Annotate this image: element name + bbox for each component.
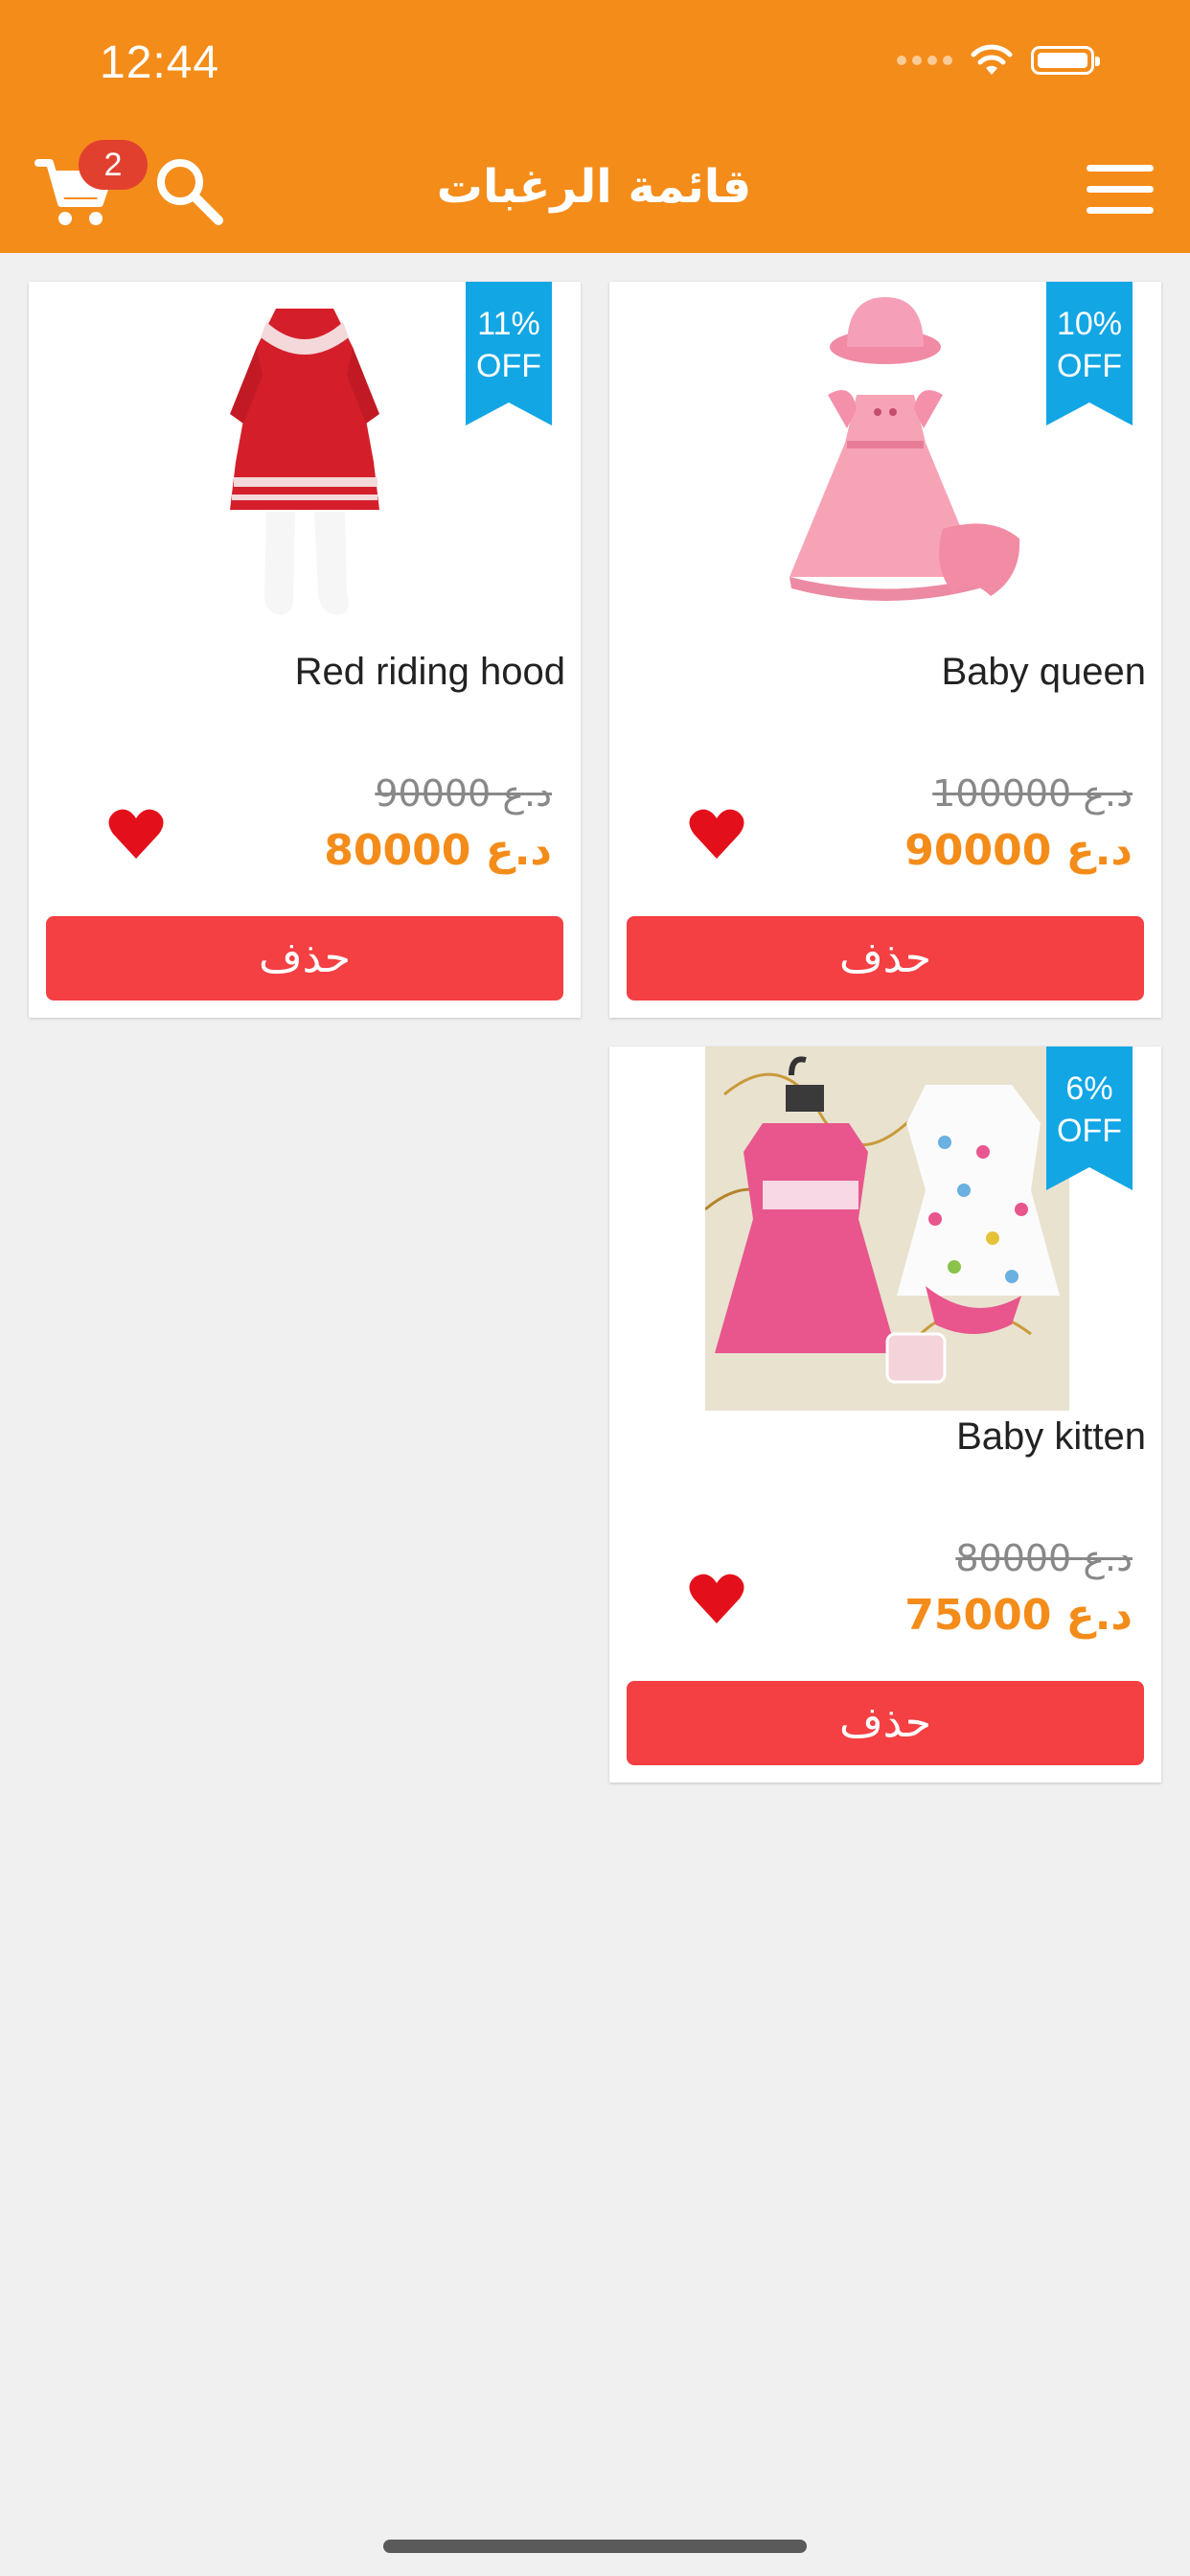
hamburger-menu-icon[interactable]	[1083, 163, 1156, 217]
delete-button[interactable]: حذف	[46, 916, 563, 1000]
heart-icon[interactable]	[688, 1572, 745, 1625]
status-time: 12:44	[100, 37, 220, 88]
product-name: Baby kitten	[956, 1415, 1146, 1458]
product-image[interactable]	[705, 1046, 1069, 1411]
status-icons	[897, 44, 1100, 77]
discount-label: OFF	[1057, 348, 1122, 384]
cart-count-badge: 2	[79, 140, 148, 190]
product-card[interactable]: 6% OFF Baby kitten 80000 د.ع 75000 د.ع ح…	[609, 1046, 1161, 1782]
old-price: 80000 د.ع	[955, 1537, 1133, 1579]
battery-icon	[1031, 46, 1100, 75]
discount-ribbon: 6% OFF	[1046, 1046, 1133, 1190]
wifi-icon	[971, 44, 1013, 75]
product-image[interactable]	[123, 289, 487, 654]
product-card[interactable]: 10% OFF Baby queen 100000 د.ع 90000 د.ع …	[609, 282, 1161, 1018]
discount-label: OFF	[1057, 1113, 1122, 1149]
discount-percent: 11%	[477, 306, 540, 342]
discount-percent: 6%	[1065, 1070, 1113, 1107]
new-price: 75000 د.ع	[904, 1591, 1133, 1640]
new-price: 90000 د.ع	[904, 826, 1133, 875]
old-price: 100000 د.ع	[932, 772, 1133, 815]
product-name: Baby queen	[941, 651, 1146, 693]
delete-button[interactable]: حذف	[627, 916, 1144, 1000]
product-card[interactable]: 11% OFF Red riding hood 90000 د.ع 80000 …	[29, 282, 581, 1018]
heart-icon[interactable]	[688, 807, 745, 861]
discount-ribbon: 11% OFF	[466, 282, 552, 426]
discount-ribbon: 10% OFF	[1046, 282, 1133, 426]
page-title: قائمة الرغبات	[436, 160, 752, 214]
product-name: Red riding hood	[294, 651, 565, 693]
delete-button[interactable]: حذف	[627, 1681, 1144, 1765]
new-price: 80000 د.ع	[324, 826, 552, 875]
heart-icon[interactable]	[107, 807, 165, 861]
discount-percent: 10%	[1056, 306, 1123, 342]
product-image[interactable]	[703, 289, 1067, 654]
home-indicator[interactable]	[383, 2540, 807, 2553]
old-price: 90000 د.ع	[375, 772, 552, 815]
discount-label: OFF	[476, 348, 541, 384]
cellular-signal-icon	[897, 56, 952, 65]
search-icon[interactable]	[153, 155, 226, 228]
app-header: 12:44 2 قائمة الرغبات	[0, 0, 1190, 253]
